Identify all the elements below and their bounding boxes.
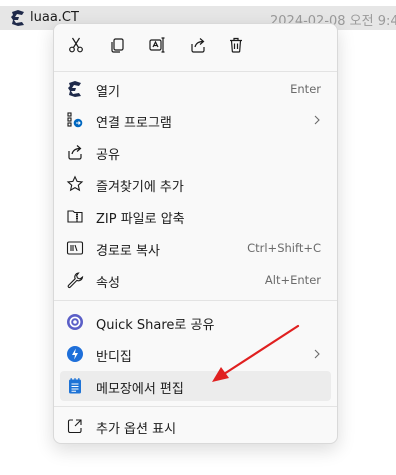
rename-icon [148,36,166,58]
context-menu: 열기 Enter 연결 프로그램 공유 즐겨찾기에 추가 ZIP 파일로 압축 … [53,23,338,444]
menu-item-label: ZIP 파일로 압축 [96,212,185,227]
share-icon [189,36,207,58]
star-icon [66,175,84,193]
share-icon [66,143,84,161]
menu-separator [54,406,337,407]
shortcut-label: Ctrl+Shift+C [247,241,321,255]
scissors-icon [67,36,85,58]
copy-button[interactable] [102,33,132,61]
shortcut-label: Alt+Enter [264,273,321,287]
more-options-icon [66,417,84,435]
menu-item-label: 연결 프로그램 [96,116,172,131]
cheat-engine-icon [9,9,27,27]
quick-share-icon [66,313,84,331]
menu-item-add-favorites[interactable]: 즐겨찾기에 추가 [60,169,331,199]
menu-item-label: 속성 [96,276,120,291]
trash-icon [227,36,245,58]
menu-item-share[interactable]: 공유 [60,137,331,167]
chevron-right-icon [314,349,320,359]
menu-item-label: 반디집 [96,350,132,365]
menu-item-open-with[interactable]: 연결 프로그램 [60,105,331,135]
cheat-engine-icon [66,80,84,98]
menu-item-bandizip[interactable]: 반디집 [60,339,331,369]
menu-item-label: Quick Share로 공유 [96,318,215,333]
zip-folder-icon [66,207,84,225]
menu-separator [54,71,337,72]
context-menu-toolbar [54,24,337,68]
shortcut-label: Enter [290,82,321,96]
menu-item-edit-in-notepad[interactable]: 메모장에서 편집 [60,371,331,401]
menu-item-quick-share[interactable]: Quick Share로 공유 [60,307,331,337]
menu-item-label: 추가 옵션 표시 [96,422,177,437]
open-with-icon [66,111,84,129]
menu-item-label: 메모장에서 편집 [96,382,184,397]
menu-item-copy-path[interactable]: 경로로 복사 Ctrl+Shift+C [60,233,331,263]
menu-item-open[interactable]: 열기 Enter [60,74,331,104]
bandizip-icon [66,345,84,363]
menu-item-label: 열기 [96,85,120,100]
wrench-icon [66,271,84,289]
menu-separator [54,300,337,301]
copy-icon [108,36,126,58]
rename-button[interactable] [142,33,172,61]
menu-item-show-more-options[interactable]: 추가 옵션 표시 [60,411,331,441]
chevron-right-icon [314,115,320,125]
delete-button[interactable] [221,33,251,61]
cut-button[interactable] [61,33,91,61]
menu-item-properties[interactable]: 속성 Alt+Enter [60,265,331,295]
menu-item-label: 공유 [96,148,120,163]
notepad-icon [66,377,84,395]
menu-item-compress-zip[interactable]: ZIP 파일로 압축 [60,201,331,231]
share-button[interactable] [183,33,213,61]
copy-path-icon [66,239,84,257]
menu-item-label: 즐겨찾기에 추가 [96,180,184,195]
menu-item-label: 경로로 복사 [96,244,160,259]
